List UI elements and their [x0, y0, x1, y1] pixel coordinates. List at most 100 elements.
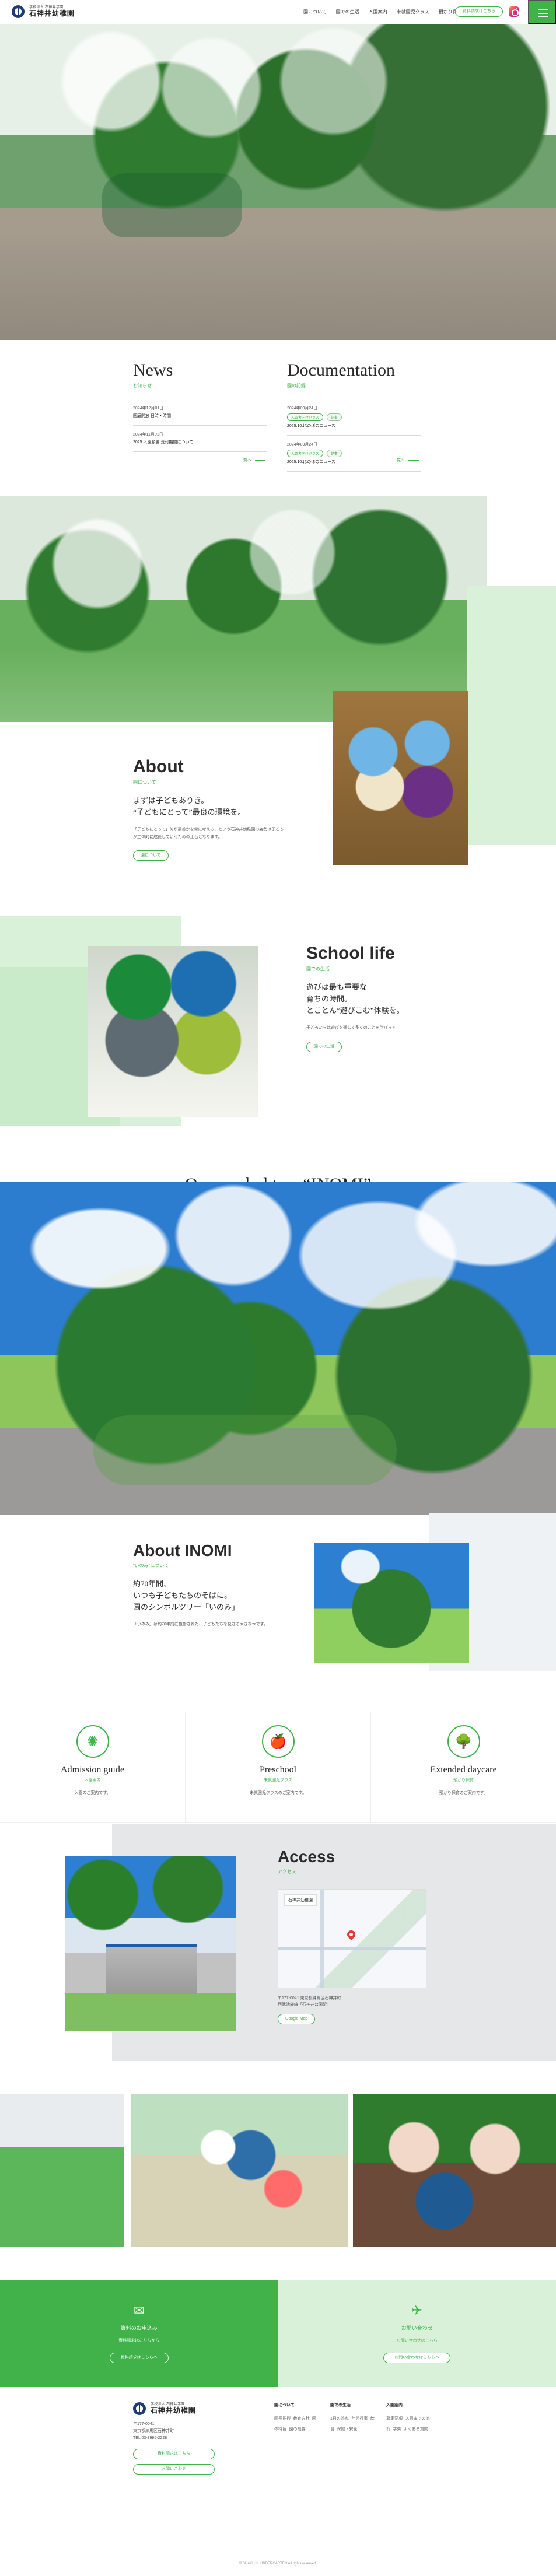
documentation-item[interactable]: 2024年09月24日 入園者向けクラス 記事 2025.10.ほのぼのニュース [287, 436, 421, 472]
logo-main-text: 石神井幼稚園 [29, 9, 75, 17]
inomi-photo [314, 1543, 469, 1663]
header-request-button[interactable]: 資料請求はこちら [455, 6, 503, 17]
news-item-title: 園庭開放 日時・時間 [133, 414, 171, 418]
feature-title: Admission guide [61, 1765, 124, 1775]
cta-request-desc: 資料請求はこちらから [118, 2339, 160, 2343]
documentation-item[interactable]: 2024年09月24日 入園者向けクラス 記事 2025.10.ほのぼのニュース [287, 399, 421, 436]
site-logo[interactable]: 学校法人 石神井学園 石神井幼稚園 [12, 5, 75, 18]
tag-chip[interactable]: 記事 [326, 413, 342, 421]
footer-link[interactable]: 1日の流れ [330, 2417, 349, 2421]
footer-logo-main: 石神井幼稚園 [151, 2406, 196, 2414]
hero-image [0, 24, 556, 340]
gallery-photo-2 [131, 2094, 348, 2247]
feature-desc: 入園のご案内です。 [74, 1791, 111, 1795]
documentation-title: Documentation [287, 360, 395, 380]
menu-button[interactable] [528, 0, 556, 24]
about-button[interactable]: 園について [133, 850, 169, 861]
tag-chip[interactable]: 入園者向けクラス [287, 413, 323, 421]
cta-contact-desc: お問い合わせはこちら [396, 2339, 438, 2343]
footer-logo-text: 学校法人 石神井学園 石神井幼稚園 [151, 2403, 196, 2415]
footer-link[interactable]: よくある質問 [404, 2427, 428, 2431]
menu-line-2 [538, 13, 548, 14]
feature-extended-daycare[interactable]: 🌳 Extended daycare 預かり保育 預かり保育のご案内です。 [371, 1712, 556, 1822]
footer-link[interactable]: 園の概要 [289, 2427, 305, 2431]
map-place-label: 石神井幼稚園 [284, 1894, 317, 1906]
nav-item-about[interactable]: 園について [303, 9, 327, 15]
decor-green-panel [467, 586, 556, 845]
cta-contact-title: お問い合わせ [401, 2325, 433, 2332]
feature-title: Preschool [259, 1765, 297, 1775]
global-nav: 園について 園での生活 入園案内 未就園児クラス 預かり保育 [303, 9, 462, 15]
footer-link[interactable]: 募集要項 [386, 2417, 403, 2421]
documentation-tags: 入園者向けクラス 記事 [287, 413, 421, 421]
school-life-button[interactable]: 園での生活 [306, 1042, 342, 1053]
school-life-title: School life [306, 944, 395, 963]
tag-chip[interactable]: 入園者向けクラス [287, 449, 323, 457]
documentation-more-link[interactable]: 一覧へ [393, 457, 556, 463]
footer-logo[interactable]: 学校法人 石神井学園 石神井幼稚園 [133, 2402, 256, 2415]
school-life-desc: 子どもたちは遊びを通して多くのことを学びます。 [306, 1026, 400, 1031]
footer-link[interactable]: 学費 [393, 2427, 401, 2431]
logo-mark-icon [12, 5, 25, 18]
paper-plane-icon: ✈ [411, 2303, 422, 2318]
inomi-section: About INOMI “いのみ”について 約70年間、 いつも子どもたちのそば… [133, 1543, 302, 1629]
footer-contact-button[interactable]: お問い合わせ [133, 2463, 215, 2475]
google-map-button[interactable]: Google Map [278, 2014, 316, 2025]
route-line: 西武池袋線「石神井公園駅」 [278, 2003, 331, 2007]
news-title: News [133, 360, 173, 380]
news-item[interactable]: 2024年11月01日 2025 入園願書 受付期間について [133, 426, 267, 452]
access-address: 〒177-0041 東京都練馬区石神井町 西武池袋線「石神井公園駅」 [278, 1995, 444, 2008]
footer-link[interactable]: 教育方針 [293, 2417, 309, 2421]
inomi-title: About INOMI [133, 1541, 232, 1559]
map-pin-icon [345, 1929, 357, 1940]
news-date: 2024年11月01日 [133, 432, 163, 437]
news-list: 2024年12月01日 園庭開放 日時・時間 2024年11月01日 2025 … [133, 399, 267, 452]
feature-admission[interactable]: ✺ Admission guide 入園案内 入園のご案内です。 [0, 1712, 186, 1822]
feature-subtitle: 未就園児クラス [264, 1778, 292, 1782]
inomi-desc: 「いのみ」は約70年前に植樹された、子どもたちを見守る大きな木です。 [133, 1622, 268, 1627]
site-header: 学校法人 石神井学園 石神井幼稚園 園について 園での生活 入園案内 未就園児ク… [0, 0, 556, 24]
news-subtitle: お知らせ [133, 383, 152, 388]
footer-logo-mark-icon [133, 2402, 146, 2415]
logo-text: 学校法人 石神井学園 石神井幼稚園 [29, 6, 75, 18]
gallery-photo-3 [353, 2094, 556, 2247]
school-life-section: School life 園での生活 遊びは最も重要な 育ちの時間。 とことん“遊… [306, 944, 458, 1053]
news-item-title: 2025 入園願書 受付期間について [133, 440, 194, 444]
nav-item-school-life[interactable]: 園での生活 [336, 9, 359, 15]
footer-col: 園での生活 1日の流れ 年間行事 給食 保健・安全 [330, 2402, 376, 2433]
footer-links: 園について 園長挨拶 教育方針 園の特色 園の概要 園での生活 1日の流れ 年間… [274, 2402, 432, 2433]
nav-item-admission[interactable]: 入園案内 [369, 9, 387, 15]
feature-preschool[interactable]: 🍎 Preschool 未就園児クラス 未就園児クラスのご案内です。 [186, 1712, 371, 1822]
cta-request-button[interactable]: 資料請求はこちらへ [109, 2352, 169, 2363]
cta-section: ✉ 資料のお申込み 資料請求はこちらから 資料請求はこちらへ ✈ お問い合わせ … [0, 2280, 556, 2387]
documentation-tags: 入園者向けクラス 記事 [287, 449, 421, 457]
tag-chip[interactable]: 記事 [326, 449, 342, 457]
page: 学校法人 石神井学園 石神井幼稚園 園について 園での生活 入園案内 未就園児ク… [0, 0, 556, 2576]
documentation-section: Documentation 園の記録 2024年09月24日 入園者向けクラス … [287, 362, 421, 472]
feature-subtitle: 入園案内 [84, 1778, 101, 1782]
inomi-subtitle: “いのみ”について [133, 1563, 169, 1568]
documentation-subtitle: 園の記録 [287, 383, 306, 388]
feature-links: ✺ Admission guide 入園案内 入園のご案内です。 🍎 Presc… [0, 1712, 556, 1823]
footer-request-button[interactable]: 資料請求はこちら [133, 2448, 215, 2459]
menu-line-1 [538, 9, 548, 10]
inomi-tree-photo [0, 1182, 556, 1515]
access-section: Access アクセス 石神井幼稚園 〒177-0041 東京都練馬区石神井町 … [278, 1849, 444, 2025]
cta-contact-button[interactable]: お問い合わせはこちらへ [383, 2352, 451, 2363]
news-date: 2024年12月01日 [133, 406, 164, 411]
map-embed[interactable]: 石神井幼稚園 [278, 1889, 426, 1988]
footer-link[interactable]: 年間行事 [351, 2417, 368, 2421]
daycare-tree-icon: 🌳 [447, 1725, 480, 1758]
access-subtitle: アクセス [278, 1869, 296, 1874]
footer-link[interactable]: 園長挨拶 [274, 2417, 291, 2421]
site-footer: 学校法人 石神井学園 石神井幼稚園 〒177-0041 東京都練馬区石神井町 T… [0, 2387, 556, 2576]
footer-link[interactable]: 保健・安全 [337, 2427, 357, 2431]
nav-item-preschool[interactable]: 未就園児クラス [397, 9, 429, 15]
news-item[interactable]: 2024年12月01日 園庭開放 日時・時間 [133, 399, 267, 426]
instagram-icon[interactable] [509, 6, 519, 17]
school-life-photo [88, 946, 258, 1117]
feature-title: Extended daycare [430, 1765, 497, 1775]
about-subtitle: 園について [133, 780, 156, 785]
news-section: News お知らせ 2024年12月01日 園庭開放 日時・時間 2024年11… [133, 362, 267, 452]
footer-col: 入園案内 募集要項 入園までの流れ 学費 よくある質問 [386, 2402, 432, 2433]
